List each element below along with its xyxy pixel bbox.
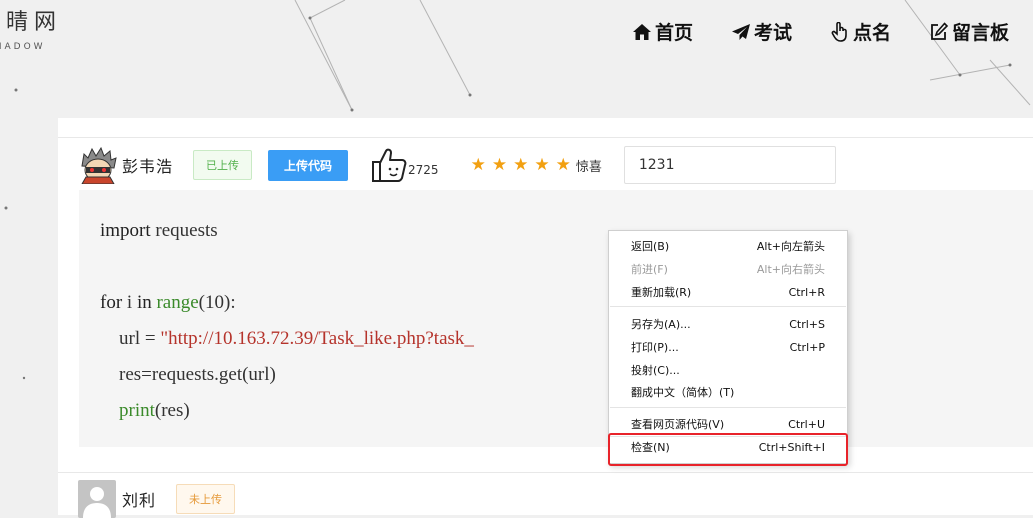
star-icon[interactable]: ★ [556,155,571,175]
menu-item-shortcut: Ctrl+Shift+I [758,440,825,454]
menu-item-shortcut: Ctrl+S [789,317,825,331]
nav-rollcall[interactable]: 点名 [830,18,891,45]
code-keyword: in [136,292,152,313]
menu-item-reload[interactable]: 重新加载(R) Ctrl+R [609,281,847,303]
thumbs-up-icon [372,148,407,182]
code-text: import requests for i in range(10): url … [100,213,474,429]
menu-item-shortcut: Ctrl+U [788,417,825,431]
menu-item-print[interactable]: 打印(P)... Ctrl+P [609,336,847,358]
status-badge: 已上传 [193,150,253,180]
code-builtin: range [151,292,199,313]
menu-item-label: 另存为(A)... [631,318,691,331]
avatar[interactable] [78,480,116,518]
menu-item-label: 前进(F) [631,263,668,276]
menu-item-view-source[interactable]: 查看网页源代码(V) Ctrl+U [609,413,847,435]
logo-subtitle: SHADOW [0,42,46,52]
like-count: 2725 [408,163,439,177]
menu-item-shortcut: Ctrl+R [788,285,825,299]
default-user-icon [78,480,116,518]
score-input[interactable] [623,146,836,184]
nav-home-label: 首页 [655,22,694,44]
menu-item-forward[interactable]: 前进(F) Alt+向右箭头 [609,258,847,280]
home-icon [633,23,651,40]
cartoon-avatar-icon [78,146,120,184]
edit-icon [931,22,949,40]
submission-list: 彭韦浩 已上传 上传代码 2725 ★ ★ ★ ★ ★ 惊喜 import re… [58,118,1033,518]
menu-item-label: 打印(P)... [631,341,679,354]
menu-item-label: 重新加载(R) [631,286,692,299]
menu-item-shortcut: Ctrl+P [789,340,825,354]
site-logo[interactable]: 心晴网 SHADOW [0,10,62,52]
menu-item-label: 翻成中文（简体）(T) [631,386,735,399]
menu-item-label: 投射(C)... [631,364,680,377]
menu-item-shortcut: Alt+向左箭头 [756,240,825,253]
upload-code-button[interactable]: 上传代码 [268,149,349,181]
star-icon[interactable]: ★ [534,155,549,175]
menu-item-inspect[interactable]: 检查(N) Ctrl+Shift+I [609,436,847,458]
submission-row: 刘利 未上传 [78,480,251,518]
menu-item-save-as[interactable]: 另存为(A)... Ctrl+S [609,313,847,335]
code-text: i [122,292,137,313]
code-block: import requests for i in range(10): url … [79,190,1033,447]
avatar[interactable] [78,146,120,184]
menu-item-translate[interactable]: 翻成中文（简体）(T) [609,381,847,403]
code-text: url = [100,328,161,349]
star-icon[interactable]: ★ [471,155,486,175]
menu-item-shortcut: Alt+向右箭头 [756,263,825,276]
nav-home[interactable]: 首页 [632,18,693,45]
menu-separator [610,407,846,408]
code-string: "http://10.163.72.39/Task_like.php?task_ [160,328,474,349]
nav-exam-label: 考试 [754,22,793,44]
star-icon[interactable]: ★ [492,155,507,175]
hand-pointer-icon [831,21,847,42]
star-rating[interactable]: ★ ★ ★ ★ ★ 惊喜 [471,155,624,175]
code-keyword: import [100,220,151,241]
menu-separator [610,306,846,307]
submission-row: 彭韦浩 已上传 上传代码 2725 ★ ★ ★ ★ ★ 惊喜 [78,146,836,184]
like-button[interactable]: 2725 [370,147,439,183]
student-name: 彭韦浩 [122,157,174,176]
nav-rollcall-label: 点名 [853,22,892,44]
code-builtin: print [100,400,155,421]
status-badge: 未上传 [176,484,236,514]
paper-plane-icon [732,23,751,40]
logo-title: 心晴网 [0,10,63,35]
student-name: 刘利 [122,491,157,510]
code-text: res=requests.get(url) [100,364,276,385]
star-icon[interactable]: ★ [513,155,528,175]
menu-item-label: 检查(N) [631,441,670,454]
context-menu: 返回(B) Alt+向左箭头 前进(F) Alt+向右箭头 重新加载(R) Ctrl+… [608,230,848,464]
menu-item-label: 查看网页源代码(V) [631,418,725,431]
nav-message-board[interactable]: 留言板 [929,18,1009,45]
menu-item-back[interactable]: 返回(B) Alt+向左箭头 [609,235,847,257]
nav-message-board-label: 留言板 [952,22,1010,44]
code-text: (10): [198,292,236,313]
row-divider [58,137,1033,138]
row-divider [58,472,1033,473]
rating-text: 惊喜 [575,159,602,175]
code-keyword: for [100,292,123,313]
menu-item-label: 返回(B) [631,240,670,253]
main-nav: 首页 考试 点名 留言板 [632,18,1009,45]
code-text: requests [150,220,218,241]
nav-exam[interactable]: 考试 [731,18,792,45]
code-text: (res) [154,400,190,421]
menu-item-cast[interactable]: 投射(C)... [609,359,847,381]
